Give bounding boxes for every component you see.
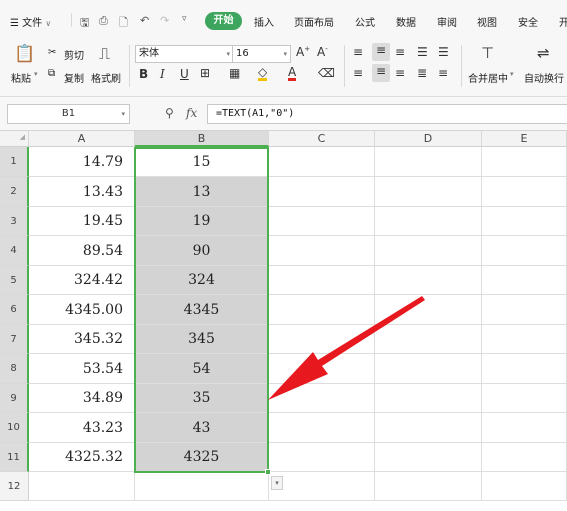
annotation-arrow-icon <box>268 296 425 400</box>
